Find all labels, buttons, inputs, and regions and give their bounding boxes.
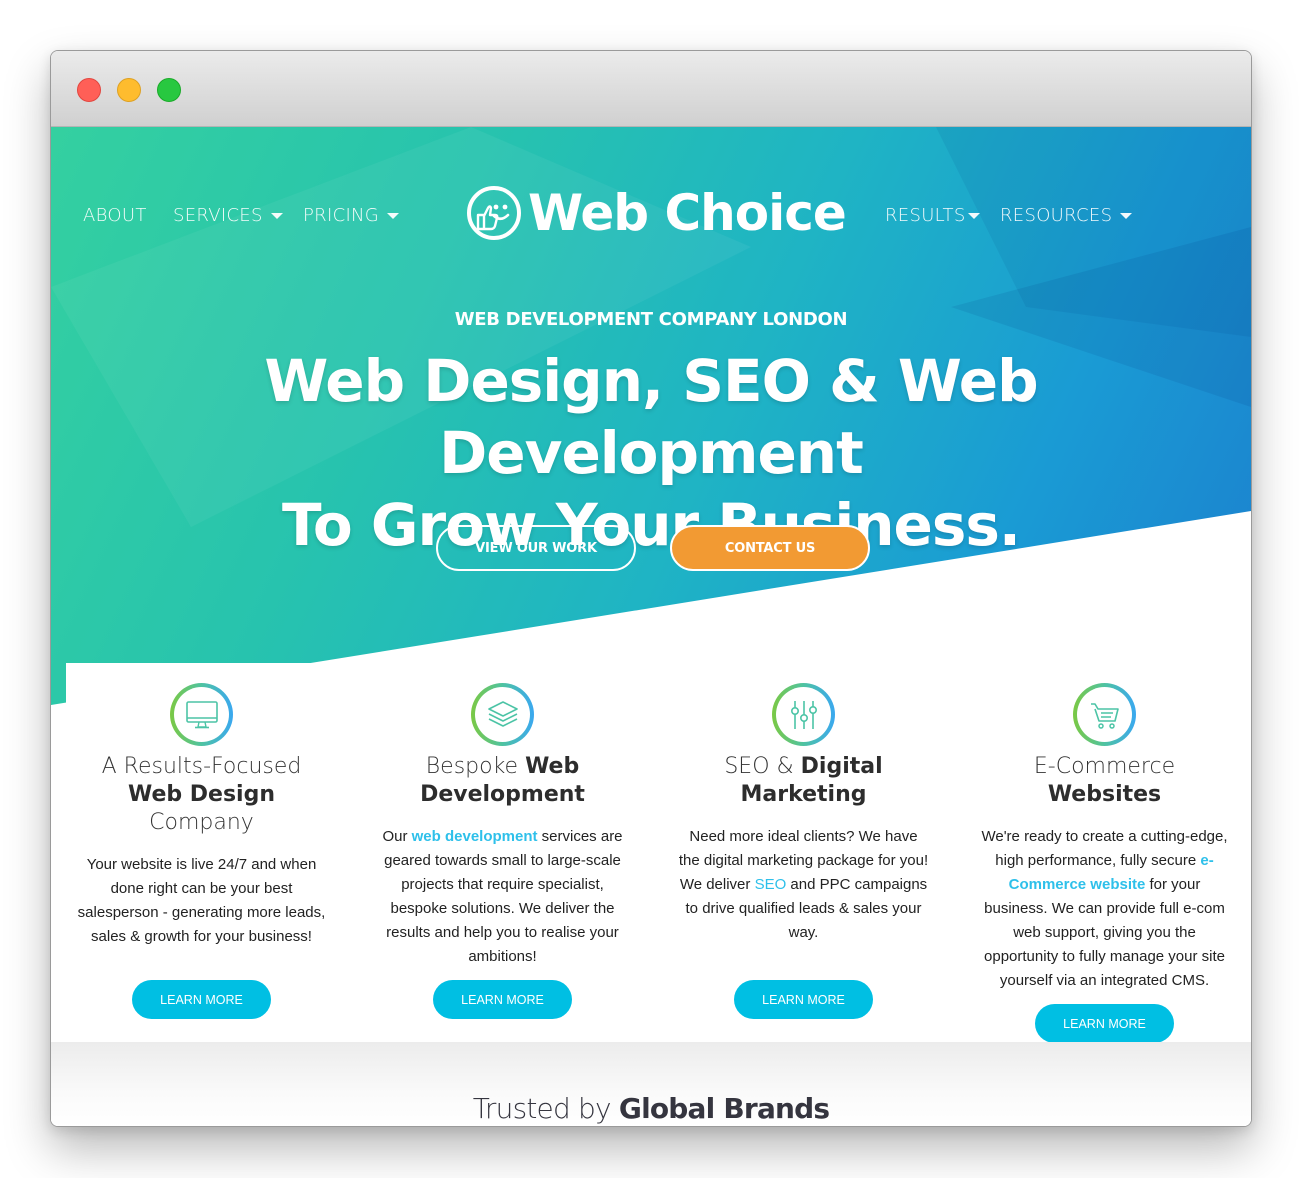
icon-ring — [772, 683, 835, 746]
service-card-seo-digital-marketing: SEO & Digital Marketing Need more ideal … — [668, 663, 939, 1083]
card-title-light: E-Commerce — [1033, 754, 1176, 779]
icon-ring — [1073, 683, 1136, 746]
card-title: E-Commerce Websites — [969, 753, 1240, 809]
description-text: We're ready to create a cutting-edge, hi… — [981, 828, 1228, 869]
brands-heading-light: Trusted by — [472, 1092, 612, 1125]
layers-icon — [487, 700, 518, 727]
learn-more-button[interactable]: LEARN MORE — [132, 980, 271, 1019]
card-title: Bespoke Web Development — [367, 753, 638, 809]
web-development-link[interactable]: web development — [412, 828, 538, 845]
nav-item-pricing[interactable]: PRICING — [303, 205, 400, 226]
caret-down-icon — [1120, 212, 1133, 219]
headline-line-1: Web Design, SEO & Web Development — [264, 347, 1038, 487]
card-title-bold: Marketing — [740, 782, 867, 807]
window-titlebar — [51, 51, 1251, 127]
nav-item-resources[interactable]: RESOURCES — [1000, 205, 1133, 226]
service-card-ecommerce: E-Commerce Websites We're ready to creat… — [969, 663, 1240, 1083]
card-title-light: SEO & — [724, 754, 794, 779]
maximize-window-button[interactable] — [157, 78, 181, 102]
brands-heading-bold: Global Brands — [618, 1092, 830, 1125]
hero-headline: Web Design, SEO & Web Development To Gro… — [51, 345, 1251, 561]
service-card-web-design: A Results-Focused Web Design Company You… — [66, 663, 337, 1083]
learn-more-button[interactable]: LEARN MORE — [433, 980, 572, 1019]
learn-more-button[interactable]: LEARN MORE — [734, 980, 873, 1019]
card-title-bold: Digital — [800, 754, 883, 779]
shopping-cart-icon — [1090, 702, 1119, 729]
contact-us-button[interactable]: CONTACT US — [670, 525, 870, 571]
nav-item-results[interactable]: RESULTS — [885, 205, 980, 226]
close-window-button[interactable] — [77, 78, 101, 102]
thumbs-up-smiley-icon — [467, 186, 521, 240]
caret-down-icon — [967, 212, 980, 219]
minimize-window-button[interactable] — [117, 78, 141, 102]
view-our-work-button[interactable]: VIEW OUR WORK — [436, 525, 636, 571]
site-logo[interactable]: Web Choice — [466, 184, 847, 242]
seo-link[interactable]: SEO — [755, 876, 787, 893]
card-title-line: A Results-Focused — [101, 754, 302, 779]
monitor-icon — [185, 700, 218, 728]
page-viewport: ABOUT SERVICES PRICING RESULTS RESOURCES — [51, 127, 1251, 1126]
card-title-bold: Web — [525, 754, 580, 779]
nav-label: PRICING — [303, 205, 380, 226]
nav-label: RESULTS — [885, 205, 966, 226]
nav-label: ABOUT — [83, 205, 147, 226]
logo-wordmark: Web Choice — [528, 184, 847, 242]
card-title-bold: Development — [420, 782, 585, 807]
card-title-line: Web Design — [127, 782, 276, 807]
card-title-light: Bespoke — [425, 754, 519, 779]
sliders-icon — [790, 700, 817, 729]
description-text: Our — [382, 828, 412, 845]
nav-item-services[interactable]: SERVICES — [173, 205, 283, 226]
card-title-bold: Websites — [1047, 782, 1162, 807]
brands-heading: Trusted by Global Brands — [51, 1092, 1251, 1125]
description-text: services are geared towards small to lar… — [384, 828, 623, 965]
caret-down-icon — [270, 212, 283, 219]
caret-down-icon — [387, 212, 400, 219]
icon-ring — [170, 683, 233, 746]
hero-eyebrow: WEB DEVELOPMENT COMPANY LONDON — [454, 309, 848, 330]
services-grid: A Results-Focused Web Design Company You… — [66, 663, 1251, 1083]
card-description: Need more ideal clients? We have the dig… — [678, 825, 929, 945]
learn-more-button[interactable]: LEARN MORE — [1035, 1004, 1174, 1043]
card-title: A Results-Focused Web Design Company — [66, 753, 337, 837]
browser-window: ABOUT SERVICES PRICING RESULTS RESOURCES — [50, 50, 1252, 1127]
card-description: Our web development services are geared … — [377, 825, 628, 969]
card-title: SEO & Digital Marketing — [668, 753, 939, 809]
card-title-line: Company — [149, 810, 254, 835]
nav-label: SERVICES — [173, 205, 263, 226]
icon-ring — [471, 683, 534, 746]
card-description: We're ready to create a cutting-edge, hi… — [979, 825, 1230, 993]
nav-item-about[interactable]: ABOUT — [83, 205, 147, 226]
nav-label: RESOURCES — [1000, 205, 1113, 226]
service-card-web-development: Bespoke Web Development Our web developm… — [367, 663, 638, 1083]
card-description: Your website is live 24/7 and when done … — [77, 856, 326, 945]
headline-line-2: To Grow Your Business. — [282, 491, 1021, 559]
